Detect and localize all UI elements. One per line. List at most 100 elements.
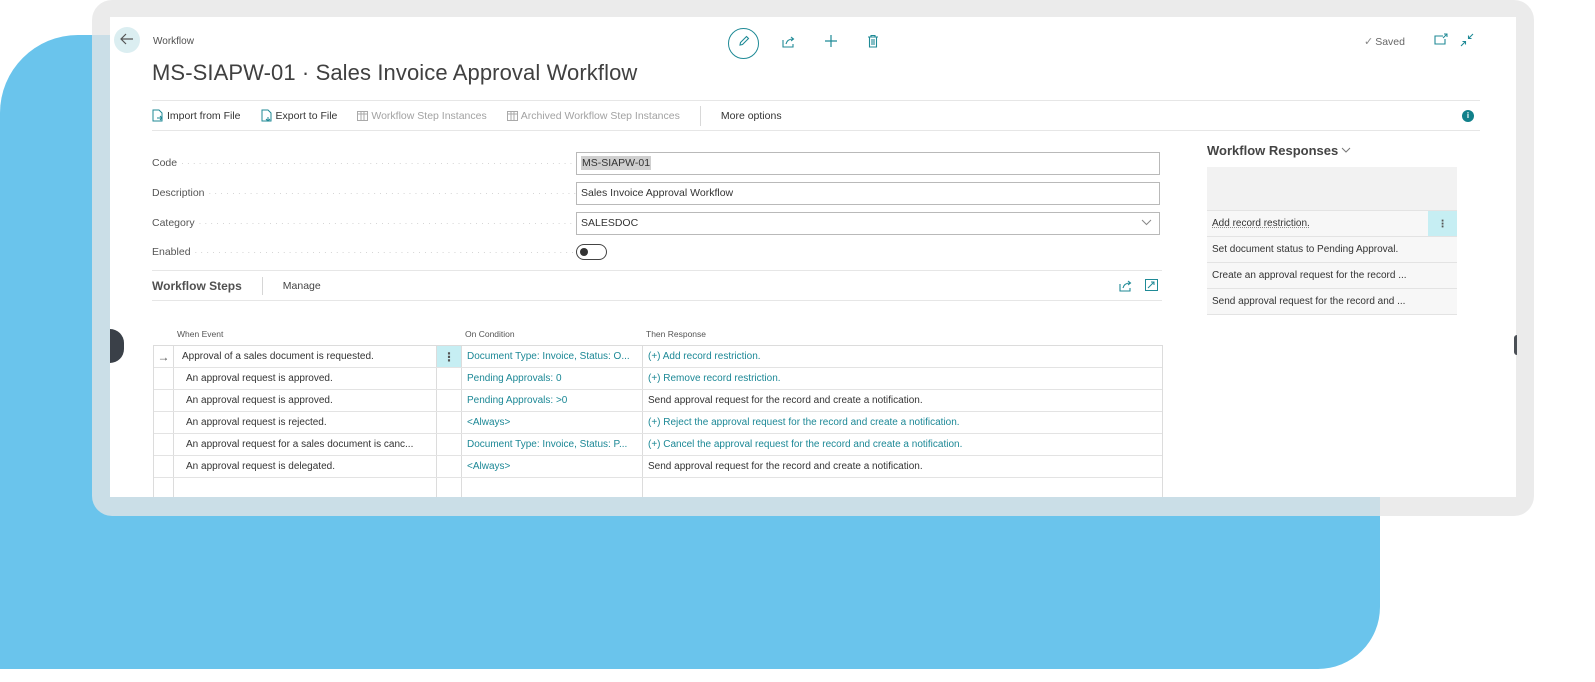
table-row[interactable]: An approval request is approved. Pending … bbox=[154, 368, 1162, 390]
then-response-cell[interactable] bbox=[643, 478, 1162, 497]
row-menu-cell[interactable] bbox=[437, 412, 462, 433]
response-list-item[interactable]: Add record restriction. ⋮ bbox=[1207, 211, 1457, 237]
workflow-steps-grid: When Event On Condition Then Response → A… bbox=[153, 323, 1163, 497]
column-then-response[interactable]: Then Response bbox=[642, 329, 706, 339]
then-response-cell[interactable]: Send approval request for the record and… bbox=[643, 390, 1162, 411]
manage-button[interactable]: Manage bbox=[283, 280, 321, 292]
workflow-card-page: Workflow MS-SIAPW-01 · Sales Invoice App… bbox=[110, 17, 1516, 497]
category-field-row: Category SALESDOC bbox=[152, 211, 1162, 235]
expand-icon bbox=[1145, 279, 1158, 291]
chevron-down-icon bbox=[1141, 217, 1152, 229]
row-menu-cell[interactable] bbox=[437, 456, 462, 477]
workflow-step-instances-label: Workflow Step Instances bbox=[371, 109, 487, 122]
description-value: Sales Invoice Approval Workflow bbox=[581, 187, 734, 199]
row-selector[interactable] bbox=[154, 478, 174, 497]
import-from-file-button[interactable]: Import from File bbox=[152, 109, 241, 122]
table-row[interactable]: An approval request for a sales document… bbox=[154, 434, 1162, 456]
description-field-row: Description Sales Invoice Approval Workf… bbox=[152, 181, 1162, 205]
then-response-cell[interactable]: (+) Cancel the approval request for the … bbox=[643, 434, 1162, 455]
on-condition-cell[interactable]: Pending Approvals: >0 bbox=[462, 390, 643, 411]
expand-steps-button[interactable] bbox=[1145, 279, 1158, 292]
row-selector[interactable] bbox=[154, 456, 174, 477]
archived-workflow-step-instances-button[interactable]: Archived Workflow Step Instances bbox=[506, 110, 680, 122]
column-on-condition[interactable]: On Condition bbox=[461, 329, 642, 339]
info-icon[interactable]: i bbox=[1462, 110, 1474, 122]
share-icon bbox=[1119, 280, 1132, 292]
row-menu-cell[interactable] bbox=[437, 478, 462, 497]
delete-button[interactable] bbox=[863, 34, 883, 54]
back-button[interactable] bbox=[114, 27, 140, 53]
open-new-window-button[interactable] bbox=[1434, 33, 1448, 47]
code-value: MS-SIAPW-01 bbox=[581, 156, 652, 170]
on-condition-cell[interactable]: Pending Approvals: 0 bbox=[462, 368, 643, 389]
response-list-item[interactable]: Send approval request for the record and… bbox=[1207, 289, 1457, 315]
when-event-cell[interactable]: An approval request for a sales document… bbox=[174, 434, 437, 455]
description-field[interactable]: Sales Invoice Approval Workflow bbox=[576, 181, 1160, 205]
then-response-cell[interactable]: Send approval request for the record and… bbox=[643, 456, 1162, 477]
workflow-responses-header[interactable]: Workflow Responses bbox=[1207, 143, 1351, 158]
delete-icon bbox=[867, 34, 879, 53]
row-menu-cell[interactable] bbox=[437, 434, 462, 455]
when-event-cell[interactable]: Approval of a sales document is requeste… bbox=[174, 346, 437, 367]
row-menu-cell[interactable] bbox=[437, 368, 462, 389]
grid-header: When Event On Condition Then Response bbox=[153, 323, 1163, 345]
category-select[interactable]: SALESDOC bbox=[576, 211, 1160, 235]
row-menu-icon[interactable]: ⋮ bbox=[437, 346, 462, 367]
table-row[interactable]: An approval request is delegated. <Always… bbox=[154, 456, 1162, 478]
on-condition-cell[interactable]: <Always> bbox=[462, 456, 643, 477]
on-condition-cell[interactable]: <Always> bbox=[462, 412, 643, 433]
export-to-file-button[interactable]: Export to File bbox=[261, 109, 338, 122]
code-field-row: Code MS-SIAPW-01 bbox=[152, 151, 1162, 175]
row-selector[interactable] bbox=[154, 368, 174, 389]
collapse-button[interactable] bbox=[1460, 33, 1474, 47]
action-bar-divider bbox=[699, 105, 701, 126]
on-condition-cell[interactable]: Document Type: Invoice, Status: O... bbox=[462, 346, 643, 367]
table-row[interactable]: → Approval of a sales document is request… bbox=[154, 346, 1162, 368]
more-options-button[interactable]: More options bbox=[721, 110, 782, 122]
share-button[interactable] bbox=[779, 34, 799, 54]
table-row[interactable]: An approval request is approved. Pending … bbox=[154, 390, 1162, 412]
table-icon bbox=[357, 110, 369, 121]
enabled-toggle[interactable] bbox=[576, 244, 607, 260]
workflow-step-instances-button[interactable]: Workflow Step Instances bbox=[357, 109, 487, 122]
when-event-cell[interactable]: An approval request is rejected. bbox=[174, 412, 437, 433]
response-list-item[interactable]: Create an approval request for the recor… bbox=[1207, 263, 1457, 289]
row-selector[interactable] bbox=[154, 412, 174, 433]
table-row[interactable] bbox=[154, 478, 1162, 497]
export-to-file-label: Export to File bbox=[275, 109, 338, 122]
scroll-handle-right[interactable] bbox=[1514, 335, 1517, 355]
row-menu-cell[interactable] bbox=[437, 390, 462, 411]
share-steps-button[interactable] bbox=[1119, 279, 1133, 292]
open-new-window-icon bbox=[1434, 33, 1448, 45]
window-controls bbox=[1434, 33, 1474, 47]
on-condition-cell[interactable] bbox=[462, 478, 643, 497]
back-arrow-icon bbox=[120, 32, 134, 49]
on-condition-cell[interactable]: Document Type: Invoice, Status: P... bbox=[462, 434, 643, 455]
more-options-label: More options bbox=[720, 109, 782, 122]
response-list-item[interactable]: Set document status to Pending Approval. bbox=[1207, 237, 1457, 263]
export-file-icon bbox=[261, 109, 272, 122]
row-selector[interactable] bbox=[154, 434, 174, 455]
steps-actions bbox=[1119, 279, 1158, 292]
row-selector[interactable] bbox=[154, 390, 174, 411]
code-field[interactable]: MS-SIAPW-01 bbox=[576, 151, 1160, 175]
page-title: MS-SIAPW-01 · Sales Invoice Approval Wor… bbox=[152, 60, 638, 85]
workflow-steps-bar: Workflow Steps Manage bbox=[152, 270, 1162, 301]
when-event-cell[interactable]: An approval request is approved. bbox=[174, 368, 437, 389]
edit-button[interactable] bbox=[728, 28, 759, 59]
then-response-cell[interactable]: (+) Reject the approval request for the … bbox=[643, 412, 1162, 433]
steps-divider bbox=[261, 276, 263, 295]
workflow-steps-title[interactable]: Workflow Steps bbox=[152, 279, 242, 293]
row-selected-arrow-icon[interactable]: → bbox=[154, 346, 174, 367]
row-menu-icon[interactable]: ⋮ bbox=[1428, 211, 1457, 236]
chevron-down-icon bbox=[1341, 145, 1351, 156]
then-response-cell[interactable]: (+) Add record restriction. bbox=[643, 346, 1162, 367]
then-response-cell[interactable]: (+) Remove record restriction. bbox=[643, 368, 1162, 389]
enabled-field-row: Enabled bbox=[152, 240, 1162, 264]
new-button[interactable] bbox=[821, 34, 841, 54]
column-when-event[interactable]: When Event bbox=[173, 329, 436, 339]
when-event-cell[interactable]: An approval request is approved. bbox=[174, 390, 437, 411]
when-event-cell[interactable]: An approval request is delegated. bbox=[174, 456, 437, 477]
table-row[interactable]: An approval request is rejected. <Always>… bbox=[154, 412, 1162, 434]
when-event-cell[interactable] bbox=[174, 478, 437, 497]
